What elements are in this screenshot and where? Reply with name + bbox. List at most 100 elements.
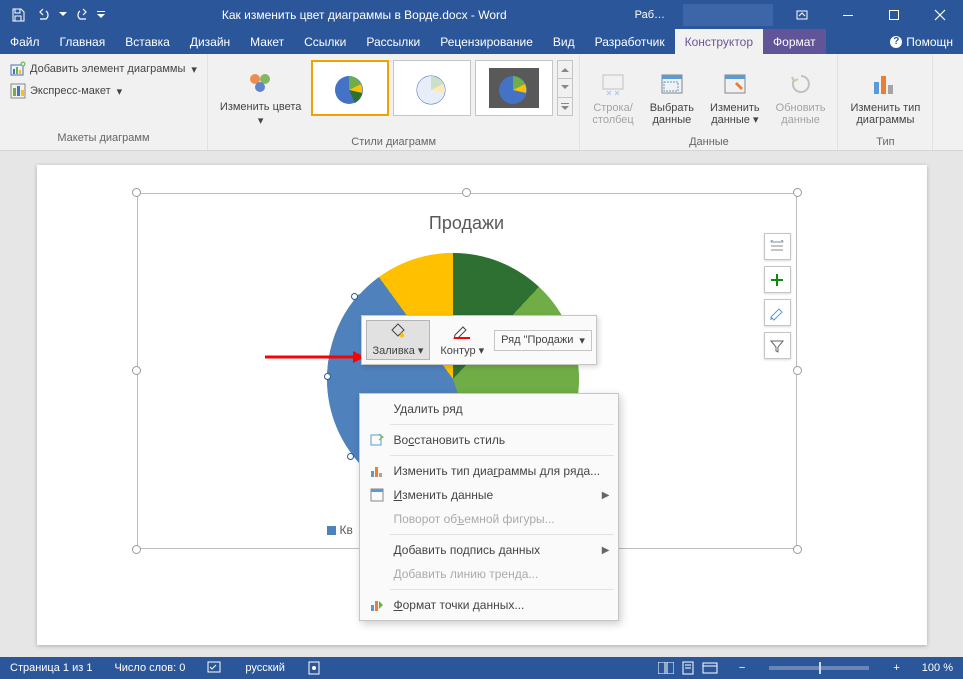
edit-data-button[interactable]: Изменитьданные ▾ bbox=[704, 58, 766, 136]
resize-handle[interactable] bbox=[132, 366, 141, 375]
chart-style-3[interactable] bbox=[475, 60, 553, 116]
chart-title[interactable]: Продажи bbox=[137, 213, 797, 234]
tell-me-button[interactable]: ?Помощн bbox=[880, 29, 963, 54]
zoom-out-button[interactable]: − bbox=[735, 662, 749, 674]
resize-handle[interactable] bbox=[462, 188, 471, 197]
gallery-down-button[interactable] bbox=[558, 79, 572, 97]
word-count-status[interactable]: Число слов: 0 bbox=[110, 662, 189, 674]
pen-icon bbox=[452, 323, 472, 342]
chevron-down-icon: ▾ bbox=[191, 63, 197, 76]
chart-style-2[interactable] bbox=[393, 60, 471, 116]
format-icon bbox=[368, 597, 386, 613]
chart-legend[interactable]: Кв bbox=[327, 523, 353, 537]
qat-customize[interactable] bbox=[96, 11, 106, 19]
tab-insert[interactable]: Вставка bbox=[115, 29, 180, 54]
row-col-icon bbox=[597, 68, 629, 100]
account-block[interactable] bbox=[683, 4, 773, 26]
chart-icon bbox=[368, 463, 386, 479]
chart-style-1[interactable] bbox=[311, 60, 389, 116]
resize-handle[interactable] bbox=[793, 545, 802, 554]
read-mode-button[interactable] bbox=[655, 657, 677, 679]
page-number-status[interactable]: Страница 1 из 1 bbox=[6, 662, 96, 674]
tab-format[interactable]: Формат bbox=[763, 29, 826, 54]
chart-type-icon bbox=[869, 68, 901, 100]
zoom-level[interactable]: 100 % bbox=[918, 662, 957, 674]
edit-data-icon bbox=[719, 68, 751, 100]
close-button[interactable] bbox=[917, 0, 963, 29]
group-label-data: Данные bbox=[586, 136, 831, 148]
quick-layout-icon bbox=[10, 83, 26, 99]
group-label-styles: Стили диаграмм bbox=[214, 136, 573, 148]
tab-view[interactable]: Вид bbox=[543, 29, 585, 54]
select-data-button[interactable]: Выбратьданные bbox=[644, 58, 700, 136]
chevron-down-icon: ▾ bbox=[479, 344, 485, 357]
legend-swatch bbox=[327, 526, 336, 535]
switch-row-col-button: Строка/столбец bbox=[586, 58, 639, 136]
tab-developer[interactable]: Разработчик bbox=[585, 29, 675, 54]
resize-handle[interactable] bbox=[793, 188, 802, 197]
annotation-arrow bbox=[265, 350, 365, 367]
print-layout-button[interactable] bbox=[677, 657, 699, 679]
group-label-layouts: Макеты диаграмм bbox=[6, 132, 201, 148]
account-label[interactable]: Раб… bbox=[623, 0, 677, 29]
change-chart-type-button[interactable]: Изменить типдиаграммы bbox=[844, 58, 926, 136]
series-selector[interactable]: Ряд "Продажи ▾ bbox=[494, 330, 592, 351]
ctx-rotate-3d: Поворот объемной фигуры... bbox=[360, 507, 618, 531]
maximize-button[interactable] bbox=[871, 0, 917, 29]
spelling-status[interactable] bbox=[203, 661, 227, 675]
gallery-up-button[interactable] bbox=[558, 61, 572, 79]
submenu-arrow-icon: ▶ bbox=[602, 490, 610, 501]
chart-elements-button[interactable] bbox=[764, 266, 791, 293]
tab-file[interactable]: Файл bbox=[0, 29, 50, 54]
tab-references[interactable]: Ссылки bbox=[294, 29, 356, 54]
ctx-edit-data[interactable]: Изменить данные▶ bbox=[360, 483, 618, 507]
slice-handle[interactable] bbox=[347, 453, 354, 460]
web-layout-button[interactable] bbox=[699, 657, 721, 679]
add-chart-element-button[interactable]: Добавить элемент диаграммы ▾ bbox=[6, 58, 201, 80]
ctx-format-point[interactable]: Формат точки данных... bbox=[360, 593, 618, 617]
resize-handle[interactable] bbox=[132, 188, 141, 197]
chevron-down-icon: ▾ bbox=[750, 114, 759, 126]
ctx-reset-style[interactable]: Восстановить стиль bbox=[360, 428, 618, 452]
save-button[interactable] bbox=[6, 3, 30, 27]
redo-button[interactable] bbox=[70, 3, 94, 27]
change-colors-button[interactable]: Изменить цвета ▾ bbox=[214, 58, 307, 136]
macro-status[interactable] bbox=[303, 661, 325, 675]
refresh-data-button: Обновитьданные bbox=[770, 58, 832, 136]
undo-dropdown[interactable] bbox=[58, 12, 68, 17]
tab-constructor[interactable]: Конструктор bbox=[675, 29, 763, 54]
language-status[interactable]: русский bbox=[241, 662, 288, 674]
minimize-button[interactable] bbox=[825, 0, 871, 29]
table-icon bbox=[368, 487, 386, 503]
tab-layout[interactable]: Макет bbox=[240, 29, 294, 54]
undo-button[interactable] bbox=[32, 3, 56, 27]
chart-styles-button[interactable] bbox=[764, 299, 791, 326]
resize-handle[interactable] bbox=[793, 366, 802, 375]
resize-handle[interactable] bbox=[132, 545, 141, 554]
slice-handle[interactable] bbox=[324, 373, 331, 380]
layout-options-button[interactable] bbox=[764, 233, 791, 260]
zoom-slider[interactable] bbox=[769, 666, 869, 670]
tab-design[interactable]: Дизайн bbox=[180, 29, 240, 54]
quick-layout-button[interactable]: Экспресс-макет ▾ bbox=[6, 80, 201, 102]
chevron-down-icon: ▾ bbox=[418, 344, 424, 357]
outline-button[interactable]: Контур▾ bbox=[434, 321, 490, 359]
mini-toolbar: Заливка▾ Контур▾ Ряд "Продажи ▾ bbox=[361, 315, 597, 365]
gallery-more-button[interactable] bbox=[558, 98, 572, 115]
context-menu: Удалить ряд Восстановить стиль Изменить … bbox=[359, 393, 619, 621]
tab-home[interactable]: Главная bbox=[50, 29, 116, 54]
add-element-icon bbox=[10, 61, 26, 77]
slice-handle[interactable] bbox=[351, 293, 358, 300]
tab-review[interactable]: Рецензирование bbox=[430, 29, 543, 54]
refresh-icon bbox=[785, 68, 817, 100]
ctx-add-labels[interactable]: Добавить подпись данных▶ bbox=[360, 538, 618, 562]
reset-icon bbox=[368, 432, 386, 448]
fill-button[interactable]: Заливка▾ bbox=[366, 320, 431, 360]
tab-mailings[interactable]: Рассылки bbox=[356, 29, 430, 54]
ctx-change-type[interactable]: Изменить тип диаграммы для ряда... bbox=[360, 459, 618, 483]
chart-filters-button[interactable] bbox=[764, 332, 791, 359]
ctx-delete-series[interactable]: Удалить ряд bbox=[360, 397, 618, 421]
ribbon-options-button[interactable] bbox=[779, 0, 825, 29]
document-page: Продажи bbox=[37, 165, 927, 645]
zoom-in-button[interactable]: + bbox=[889, 662, 903, 674]
